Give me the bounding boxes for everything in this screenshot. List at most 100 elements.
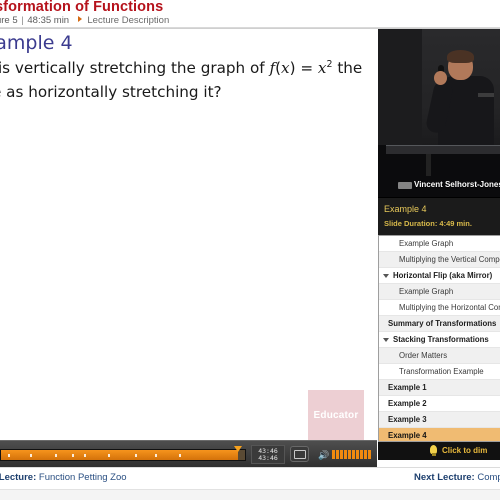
instructor-hand (434, 71, 447, 85)
volume-bar (364, 450, 367, 459)
chapter-marker[interactable] (179, 454, 182, 457)
lecture-duration: 48:35 min (27, 15, 70, 26)
lecture-nav-bar: Previous Lecture: Function Petting Zoo N… (0, 467, 500, 489)
volume-bar (340, 450, 343, 459)
triangle-right-icon (77, 16, 82, 22)
outline-item-label: Multiplying the Vertical Component (399, 255, 500, 264)
previous-lecture-label: Previous Lecture: (0, 472, 37, 483)
volume-bar (332, 450, 335, 459)
lecture-meta: Lecture 5 | 48:35 min Lecture Descriptio… (0, 15, 169, 26)
outline-item[interactable]: Example 4 (379, 428, 500, 441)
volume-bar (344, 450, 347, 459)
watermark-label: Educator (313, 409, 359, 421)
chapter-marker[interactable] (8, 454, 11, 457)
chapter-marker[interactable] (83, 454, 86, 457)
lecture-player-page: Transformation of Functions Lecture 5 | … (0, 0, 500, 500)
previous-lecture-title: Function Petting Zoo (38, 472, 127, 483)
dim-label: Click to dim (442, 446, 488, 455)
desk-surface (386, 145, 500, 154)
outline-item-label: Example 3 (388, 415, 427, 424)
chapter-marker[interactable] (108, 454, 111, 457)
page-title: Transformation of Functions (0, 0, 164, 15)
volume-bar (356, 450, 359, 459)
video-background-left (378, 29, 422, 149)
slide-line1-prefix: How is vertically stretching the graph o… (0, 59, 265, 77)
volume-bar (352, 450, 355, 459)
slide-body: How is vertically stretching the graph o… (0, 57, 377, 104)
dim-lights-bar[interactable]: Click to dim (378, 442, 500, 460)
lightbulb-icon (430, 445, 437, 456)
outline-item[interactable]: Example 3 (379, 412, 500, 428)
math-paren-close: ) (289, 59, 296, 77)
slide-panel[interactable]: Example 4 How is vertically stretching t… (0, 29, 377, 440)
footer-strip (0, 489, 500, 500)
time-display: 43:46 43:46 (251, 445, 285, 464)
volume-bar (360, 450, 363, 459)
outline-item[interactable]: Horizontal Flip (aka Mirror) (379, 268, 500, 284)
next-lecture-link[interactable]: Next Lecture: Composite Functions (414, 472, 500, 483)
slide-info-bar: Example 4 Slide Duration: 4:49 min. (378, 197, 500, 235)
outline-item[interactable]: Example Graph (379, 284, 500, 300)
slide-info-title: Example 4 (384, 204, 427, 214)
lecture-outline-list[interactable]: Example Graph Multiplying the Vertical Co… (378, 235, 500, 442)
progress-scrubber[interactable] (0, 446, 246, 461)
slide-info-duration: Slide Duration: 4:49 min. (384, 219, 472, 228)
chevron-down-icon[interactable] (383, 274, 389, 278)
outline-item[interactable]: Example 1 (379, 380, 500, 396)
chapter-marker[interactable] (71, 454, 74, 457)
chapter-marker[interactable] (154, 454, 157, 457)
outline-item-label: Example 2 (388, 399, 427, 408)
outline-item-label: Transformation Example (399, 367, 484, 376)
outline-item-label: Horizontal Flip (aka Mirror) (393, 271, 493, 280)
playhead-icon[interactable] (233, 446, 242, 452)
volume-bar (348, 450, 351, 459)
outline-item-label: Order Matters (399, 351, 448, 360)
slide-line-2: same as horizontally stretching it? (0, 82, 222, 101)
player-controls: 43:46 43:46 🔊 (0, 440, 377, 467)
chevron-down-icon[interactable] (383, 338, 389, 342)
lecture-number-label: Lecture 5 (0, 15, 18, 26)
volume-bar (336, 450, 339, 459)
outline-item[interactable]: Multiplying the Vertical Component (379, 252, 500, 268)
slide-line-1: How is vertically stretching the graph o… (0, 57, 377, 81)
outline-item[interactable]: Example Graph (379, 236, 500, 252)
outline-item-label: Summary of Transformations (388, 319, 497, 328)
instructor-video[interactable]: Vincent Selhorst-Jones (378, 29, 500, 197)
total-time: 43:46 (258, 453, 278, 462)
outline-item-label: Example 4 (388, 431, 427, 440)
outline-item[interactable]: Multiplying the Horizontal Component (379, 300, 500, 316)
volume-bar (368, 450, 371, 459)
progress-fill (1, 450, 238, 460)
instructor-name: Vincent Selhorst-Jones (414, 180, 500, 189)
fullscreen-button[interactable] (290, 446, 309, 462)
outline-item[interactable]: Transformation Example (379, 364, 500, 380)
speaker-icon[interactable]: 🔊 (318, 451, 329, 460)
instructor-hair (447, 50, 474, 63)
outline-item-label: Multiplying the Horizontal Component (399, 303, 500, 312)
meta-separator: | (21, 15, 24, 26)
math-x-arg: x (281, 59, 290, 77)
shirt-logo (478, 93, 494, 97)
fullscreen-icon (294, 450, 306, 459)
slide-line1-suffix: the (332, 59, 363, 77)
next-lecture-title: Composite Functions (477, 472, 500, 483)
right-column: Vincent Selhorst-Jones Example 4 Slide D… (378, 29, 500, 467)
outline-item[interactable]: Order Matters (379, 348, 500, 364)
chapter-marker[interactable] (30, 454, 33, 457)
chapter-marker[interactable] (135, 454, 138, 457)
outline-item[interactable]: Summary of Transformations (379, 316, 500, 332)
volume-slider[interactable] (332, 450, 371, 459)
outline-item[interactable]: Example 2 (379, 396, 500, 412)
outline-item-label: Example Graph (399, 287, 454, 296)
outline-item[interactable]: Stacking Transformations (379, 332, 500, 348)
chapter-marker[interactable] (54, 454, 57, 457)
previous-lecture-link[interactable]: Previous Lecture: Function Petting Zoo (0, 472, 127, 483)
educator-logo-icon (398, 182, 412, 189)
outline-item-label: Example Graph (399, 239, 454, 248)
page-header: Transformation of Functions Lecture 5 | … (0, 0, 500, 28)
slide-title: Example 4 (0, 32, 73, 54)
lecture-description-link[interactable]: Lecture Description (87, 15, 169, 26)
next-lecture-label: Next Lecture: (414, 472, 475, 483)
outline-item-label: Stacking Transformations (393, 335, 489, 344)
desk-leg (426, 154, 431, 176)
